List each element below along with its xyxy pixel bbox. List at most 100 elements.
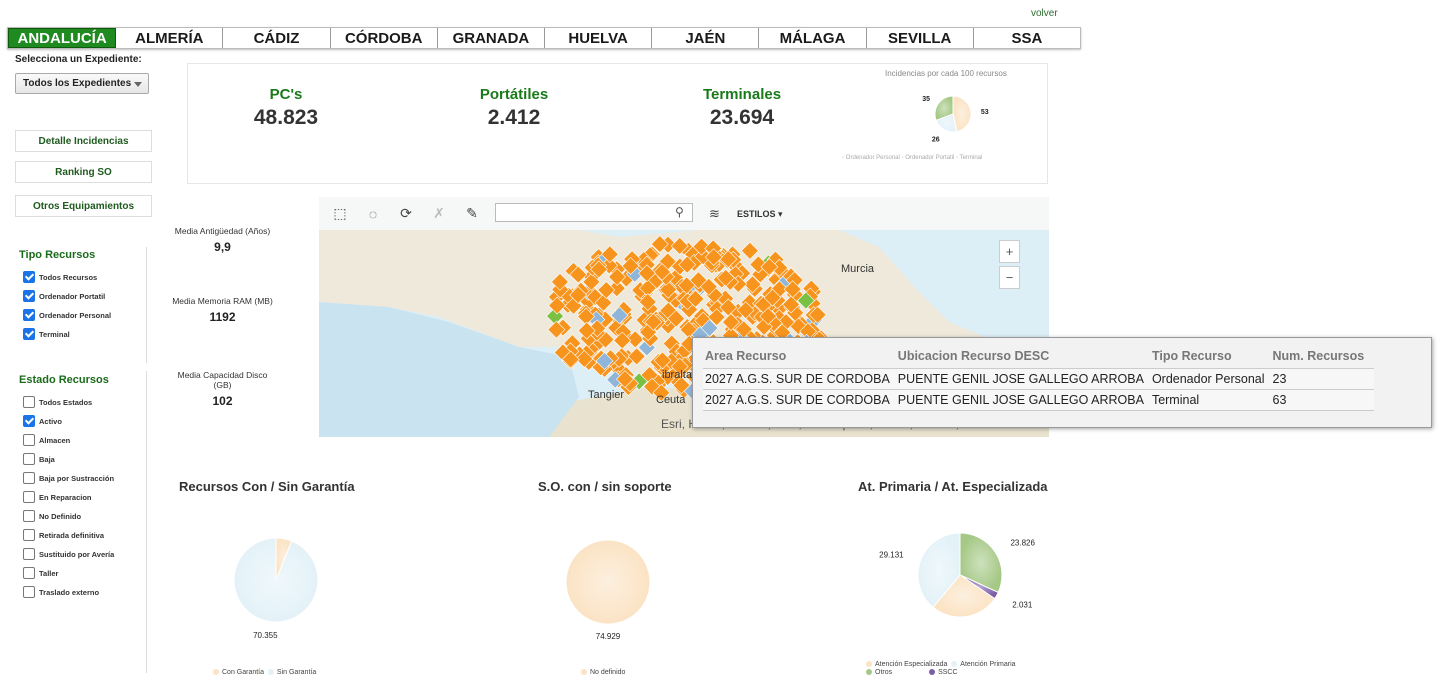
tab-cádiz[interactable]: CÁDIZ (223, 28, 331, 48)
legend-item: Atención Especializada (875, 661, 948, 668)
checkbox[interactable] (23, 415, 35, 427)
incidencias-pie-chart: 53 26 35 (922, 95, 989, 144)
checkbox-row[interactable]: Baja por Sustracción (23, 472, 114, 484)
ranking-so-button[interactable]: Ranking SO (15, 161, 152, 183)
estilos-label: ESTILOS (737, 209, 776, 219)
zoom-in-button[interactable]: + (999, 240, 1020, 263)
table-cell: PUENTE GENIL JOSE GALLEGO ARROBA (895, 368, 1150, 390)
clear-selection-icon[interactable]: ✗ (427, 202, 451, 226)
checkbox-row[interactable]: Retirada definitiva (23, 529, 104, 541)
checkbox-label: Baja por Sustracción (39, 473, 115, 483)
estilos-dropdown[interactable]: ESTILOS ▾ (737, 209, 783, 220)
pie-value-label: 26 (932, 137, 940, 144)
checkbox-row[interactable]: Ordenador Personal (23, 309, 111, 321)
volver-link[interactable]: volver (1031, 8, 1058, 19)
checkbox-label: Baja (39, 454, 55, 464)
detalle-incidencias-button[interactable]: Detalle Incidencias (15, 130, 152, 152)
checkbox[interactable] (23, 472, 35, 484)
legend-item: Atención Primaria (960, 661, 1016, 668)
checkbox-label: Ordenador Personal (39, 310, 112, 320)
tab-ssa[interactable]: SSA (973, 28, 1081, 48)
checkbox[interactable] (23, 567, 35, 579)
checkbox[interactable] (23, 396, 35, 408)
map-label-murcia: Murcia (841, 263, 875, 275)
checkbox[interactable] (23, 548, 35, 560)
checkbox[interactable] (23, 328, 35, 340)
pie-slice (233, 537, 319, 623)
zoom-out-button[interactable]: − (999, 266, 1020, 289)
checkbox-row[interactable]: No Definido (23, 510, 81, 522)
expediente-select[interactable]: Todos los Expedientes (15, 73, 149, 94)
garantia-legend: Con Garantía Sin Garantía (213, 669, 316, 676)
checkbox-row[interactable]: Almacen (23, 434, 70, 446)
incidencias-chart-title: Incidencias por cada 100 recursos (885, 69, 1007, 78)
tab-andalucía[interactable]: ANDALUCÍA (8, 28, 117, 48)
map-label-ceuta: Ceuta (656, 394, 686, 406)
checkbox[interactable] (23, 290, 35, 302)
tab-huelva[interactable]: HUELVA (545, 28, 653, 48)
table-cell: 63 (1270, 389, 1375, 411)
checkbox-row[interactable]: Sustituido por Avería (23, 548, 114, 560)
legend-swatch (951, 661, 958, 668)
checkbox-row[interactable]: Terminal (23, 328, 70, 340)
map-marker[interactable] (740, 241, 759, 260)
checkbox-label: Traslado externo (39, 587, 100, 597)
so-pie-chart: 74.929 (565, 539, 651, 640)
table-cell: 23 (1270, 368, 1375, 390)
legend-item: Sin Garantía (276, 669, 317, 676)
legend-swatch (581, 669, 587, 676)
legend-item: SSCC (938, 669, 958, 676)
lasso-select-icon[interactable]: ⟳ (394, 202, 418, 226)
tab-almería[interactable]: ALMERÍA (116, 28, 224, 48)
otros-equipamientos-button[interactable]: Otros Equipamientos (15, 195, 152, 217)
stat-disco: Media Capacidad Disco (GB) 102 (170, 370, 275, 408)
kpi-label: PC's (269, 86, 303, 103)
checkbox-row[interactable]: Taller (23, 567, 58, 579)
circle-select-icon[interactable]: ◌ (361, 202, 385, 226)
edit-icon[interactable]: ✎ (460, 202, 484, 226)
kpi-value: 48.823 (253, 106, 319, 129)
checkbox-row[interactable]: En Reparacion (23, 491, 92, 503)
checkbox[interactable] (23, 491, 35, 503)
column-header: Area Recurso (705, 349, 787, 363)
so-legend: No definido (581, 669, 625, 676)
map-search-input[interactable] (495, 203, 693, 222)
atencion-chart-title: At. Primaria / At. Especializada (858, 479, 1048, 494)
checkbox-label: Almacen (39, 435, 71, 445)
table-cell: 2027 A.G.S. SUR DE CORDOBA (703, 389, 896, 411)
checkbox[interactable] (23, 529, 35, 541)
checkbox-row[interactable]: Activo (23, 415, 62, 427)
checkbox[interactable] (23, 586, 35, 598)
legend-swatch (213, 669, 219, 676)
legend-swatch (866, 661, 872, 668)
tab-córdoba[interactable]: CÓRDOBA (330, 28, 438, 48)
checkbox[interactable] (23, 510, 35, 522)
tab-málaga[interactable]: MÁLAGA (759, 28, 867, 48)
checkbox-row[interactable]: Baja (23, 453, 55, 465)
checkbox-label: En Reparacion (39, 492, 92, 502)
pie-value-label: 35 (922, 96, 930, 103)
checkbox-row[interactable]: Traslado externo (23, 586, 99, 598)
kpi-label: Portátiles (479, 86, 549, 103)
checkbox-row[interactable]: Ordenador Portatil (23, 290, 105, 302)
table-cell: Terminal (1149, 389, 1271, 411)
search-icon[interactable]: ⚲ (675, 205, 684, 219)
garantia-pie-chart: 4.57470.355 (233, 530, 319, 640)
pie-value-label: 2.031 (1012, 600, 1033, 609)
tab-sevilla[interactable]: SEVILLA (866, 28, 974, 48)
checkbox[interactable] (23, 453, 35, 465)
tab-jaén[interactable]: JAÉN (652, 28, 760, 48)
checkbox-row[interactable]: Todos Recursos (23, 271, 97, 283)
table-row: 2027 A.G.S. SUR DE CORDOBA PUENTE GENIL J… (703, 389, 1375, 411)
rectangle-select-icon[interactable]: ⬚ (328, 202, 352, 226)
checkbox[interactable] (23, 271, 35, 283)
legend-item: No definido (590, 669, 626, 676)
checkbox-label: Sustituido por Avería (39, 549, 115, 559)
checkbox[interactable] (23, 434, 35, 446)
stat-label: Media Antigüedad (Años) (174, 226, 271, 236)
layers-icon[interactable]: ≋ (709, 206, 720, 222)
checkbox-row[interactable]: Todos Estados (23, 396, 92, 408)
checkbox[interactable] (23, 309, 35, 321)
tab-granada[interactable]: GRANADA (437, 28, 546, 48)
table-cell: PUENTE GENIL JOSE GALLEGO ARROBA (895, 389, 1150, 411)
